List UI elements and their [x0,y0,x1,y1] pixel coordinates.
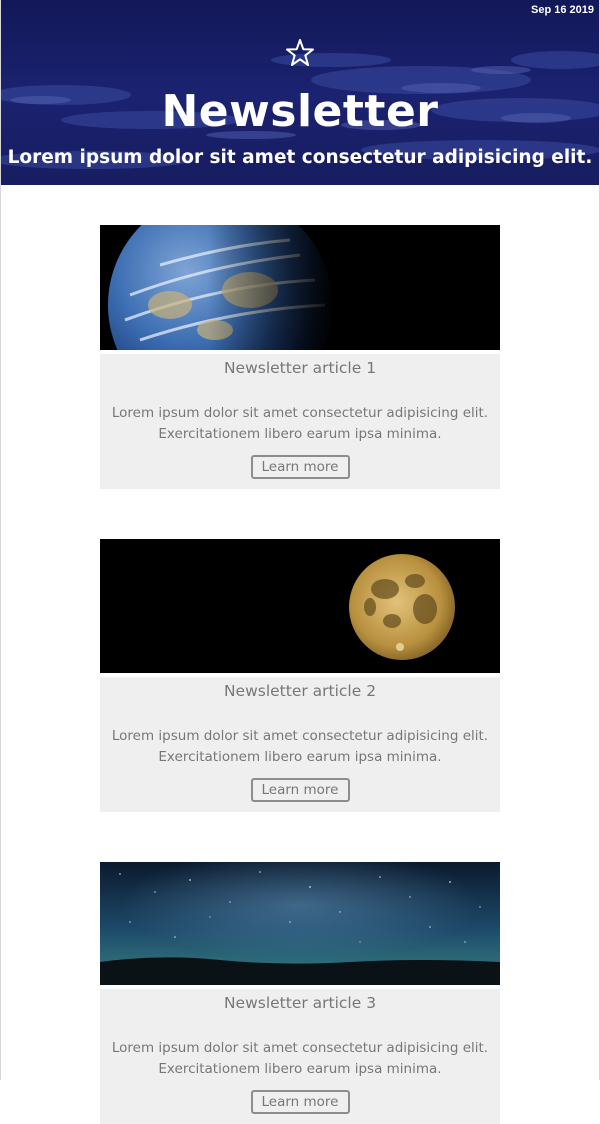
newsletter-page: Sep 16 2019 Newsletter Lorem ipsum dolor… [0,0,600,1124]
page-title: Newsletter [161,86,439,137]
article-text-line: Exercitationem libero earum ipsa minima. [158,749,442,765]
night-sky-image [100,862,500,985]
header-banner: Sep 16 2019 Newsletter Lorem ipsum dolor… [1,0,599,185]
article-text-line: Exercitationem libero earum ipsa minima. [158,426,442,442]
article-text-line: Exercitationem libero earum ipsa minima. [158,1061,442,1077]
earth-image [100,225,500,350]
article-text-line: Lorem ipsum dolor sit amet consectetur a… [111,1040,489,1056]
page-subtitle: Lorem ipsum dolor sit amet consectetur a… [7,147,593,168]
article-card: Newsletter article 1 Lorem ipsum dolor s… [100,225,500,489]
article-title: Newsletter article 1 [223,359,377,377]
article-body-card: Newsletter article 3 Lorem ipsum dolor s… [100,989,500,1124]
article-body-card: Newsletter article 2 Lorem ipsum dolor s… [100,677,500,812]
article-text-line: Lorem ipsum dolor sit amet consectetur a… [111,405,489,421]
star-icon [286,39,314,66]
article-card: Newsletter article 2 Lorem ipsum dolor s… [100,539,500,812]
article-text-line: Lorem ipsum dolor sit amet consectetur a… [111,728,489,744]
moon-image [100,539,500,673]
article-title: Newsletter article 2 [223,682,377,700]
issue-date: Sep 16 2019 [531,4,594,16]
article-body-card: Newsletter article 1 Lorem ipsum dolor s… [100,354,500,489]
learn-more-button[interactable]: Learn more [250,455,350,479]
article-title: Newsletter article 3 [223,994,377,1012]
learn-more-button[interactable]: Learn more [250,778,350,802]
learn-more-button[interactable]: Learn more [250,1090,350,1114]
article-card: Newsletter article 3 Lorem ipsum dolor s… [100,862,500,1124]
